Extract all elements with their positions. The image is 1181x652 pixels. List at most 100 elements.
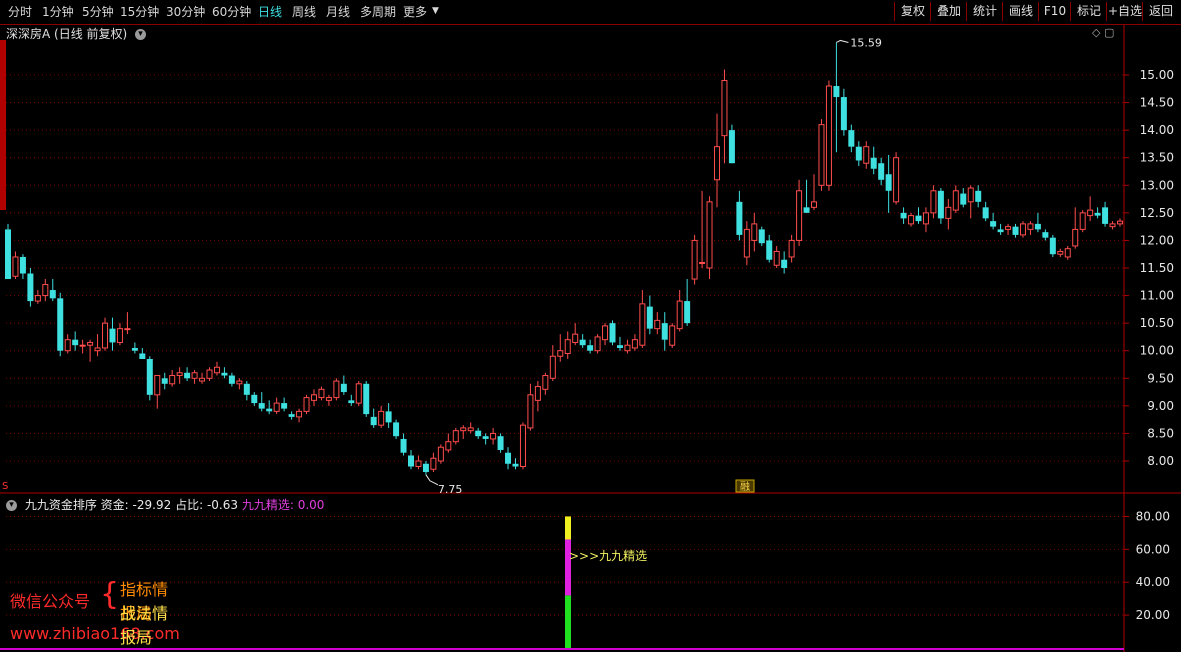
candle-body xyxy=(691,239,698,280)
candle-body xyxy=(12,256,19,277)
candle-body xyxy=(348,400,355,404)
candle-body xyxy=(825,85,832,186)
candle-body xyxy=(1094,212,1101,216)
y-tick-label: 8.50 xyxy=(1147,426,1174,440)
candle-body xyxy=(982,207,989,219)
signal-label: >>>九九精选 xyxy=(569,549,647,563)
candle-body xyxy=(1019,223,1026,236)
candle-body xyxy=(318,388,325,399)
candle-body xyxy=(94,347,101,352)
candle-body xyxy=(908,215,915,225)
indicator-name: 九九资金排序 xyxy=(24,498,97,512)
y-tick-label: 12.50 xyxy=(1140,206,1174,220)
indicator-y-tick-label: 60.00 xyxy=(1136,542,1170,556)
candle-body xyxy=(445,441,452,451)
chevron-down-icon[interactable]: ▾ xyxy=(6,500,17,511)
y-tick-label: 12.00 xyxy=(1140,233,1174,247)
candle-body xyxy=(922,212,929,225)
candle-body xyxy=(243,383,250,395)
indicator-bar-magenta xyxy=(565,539,571,596)
candle-body xyxy=(385,411,392,423)
candle-body xyxy=(57,298,64,351)
ratio-label: 占比: xyxy=(175,498,204,512)
candle-body xyxy=(251,394,258,404)
candle-body xyxy=(497,436,504,450)
candle-body xyxy=(557,350,564,357)
candle-body xyxy=(296,410,303,418)
y-tick-label: 13.00 xyxy=(1140,178,1174,192)
candle-body xyxy=(102,322,109,349)
select-value: 0.00 xyxy=(297,498,325,512)
candle-body xyxy=(594,336,601,352)
candle-body xyxy=(930,190,937,214)
candle-body xyxy=(288,414,295,417)
candle-body xyxy=(624,344,631,352)
y-tick-label: 15.00 xyxy=(1140,68,1174,82)
indicator-header: ▾ 九九资金排序 资金: -29.92 占比: -0.63 九九精选: 0.00 xyxy=(6,496,324,513)
candle-body xyxy=(310,394,317,401)
indicator-y-tick-label: 40.00 xyxy=(1136,575,1170,589)
candle-body xyxy=(1072,228,1079,247)
candle-body xyxy=(393,422,400,437)
candle-body xyxy=(460,427,467,432)
candle-body xyxy=(191,372,198,379)
candle-body xyxy=(146,358,153,395)
candle-body xyxy=(1005,226,1012,230)
candle-body xyxy=(467,427,474,432)
candle-body xyxy=(512,463,519,467)
indicator-y-tick-label: 20.00 xyxy=(1136,608,1170,622)
candle-body xyxy=(781,259,788,268)
candle-body xyxy=(960,193,967,205)
candle-body xyxy=(654,319,661,330)
candle-body xyxy=(437,446,444,462)
candle-body xyxy=(400,438,407,453)
candle-body xyxy=(363,383,370,415)
candle-body xyxy=(72,339,79,346)
candle-body xyxy=(713,146,720,181)
candle-body xyxy=(49,290,56,299)
candle-body xyxy=(154,375,161,396)
candle-body xyxy=(19,256,26,274)
y-tick-label: 11.50 xyxy=(1140,261,1174,275)
y-tick-label: 10.50 xyxy=(1140,316,1174,330)
high-label: 15.59 xyxy=(850,36,882,49)
candle-body xyxy=(676,300,683,330)
candle-body xyxy=(721,80,728,137)
candle-body xyxy=(199,377,206,382)
candle-body xyxy=(228,375,235,384)
candle-body xyxy=(124,328,131,331)
y-tick-label: 8.00 xyxy=(1147,454,1174,468)
candle-body xyxy=(273,402,280,412)
candle-body xyxy=(616,345,623,348)
candle-body xyxy=(303,397,310,412)
candle-body xyxy=(221,372,228,376)
candle-body xyxy=(1087,209,1094,217)
candle-body xyxy=(885,174,892,191)
candle-body xyxy=(661,323,668,340)
candle-body xyxy=(893,157,900,203)
candle-body xyxy=(579,339,586,346)
candle-body xyxy=(258,403,265,409)
indicator-y-tick-label: 80.00 xyxy=(1136,509,1170,523)
candle-body xyxy=(915,215,922,222)
candle-body xyxy=(505,452,512,464)
candle-body xyxy=(87,341,94,346)
candle-body xyxy=(42,284,49,297)
corner-s-icon: S xyxy=(2,481,8,492)
candle-body xyxy=(161,378,168,384)
indicator-bar-green xyxy=(565,595,571,648)
candle-body xyxy=(1109,223,1116,228)
candle-body xyxy=(236,380,243,385)
fund-value: -29.92 xyxy=(132,498,172,512)
candle-body xyxy=(631,339,638,349)
candle-body xyxy=(206,369,213,379)
candle-body xyxy=(325,397,332,401)
candle-body xyxy=(213,366,220,374)
candle-body xyxy=(281,403,288,409)
candle-body xyxy=(669,325,676,346)
candle-body xyxy=(490,432,497,440)
candle-body xyxy=(609,323,616,343)
candle-body xyxy=(587,345,594,351)
candle-body xyxy=(1102,207,1109,224)
candle-body xyxy=(945,206,952,219)
